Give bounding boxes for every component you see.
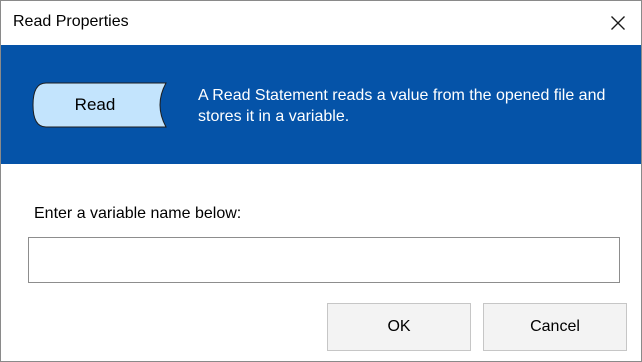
read-shape-label: Read	[74, 95, 116, 114]
read-properties-dialog: Read Properties Read A Read Statement re…	[0, 0, 642, 362]
variable-name-input[interactable]	[28, 237, 620, 283]
variable-name-label: Enter a variable name below:	[34, 205, 242, 222]
dialog-title: Read Properties	[13, 13, 129, 30]
statement-info-banner: Read A Read Statement reads a value from…	[1, 45, 641, 164]
close-icon	[611, 16, 625, 30]
close-button[interactable]	[595, 1, 641, 45]
cancel-button[interactable]: Cancel	[483, 303, 627, 351]
ok-button[interactable]: OK	[327, 303, 471, 351]
title-bar: Read Properties	[1, 1, 641, 45]
read-statement-shape: Read	[32, 82, 168, 128]
statement-description: A Read Statement reads a value from the …	[198, 87, 606, 125]
